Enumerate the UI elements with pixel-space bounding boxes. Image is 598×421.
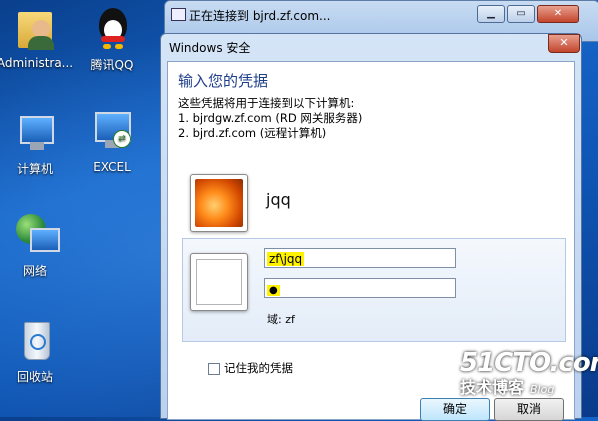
desktop-icon-label: 网络 bbox=[22, 264, 47, 278]
password-input[interactable]: ● bbox=[264, 278, 456, 298]
credential-panel: zf\jqq ● 域: zf bbox=[182, 238, 566, 342]
computer-icon bbox=[12, 110, 58, 156]
blank-avatar-icon bbox=[196, 259, 242, 305]
desktop-icon-label: EXCEL bbox=[93, 160, 131, 174]
desktop-icon-label: 计算机 bbox=[16, 162, 53, 176]
cancel-button[interactable]: 取消 bbox=[494, 398, 564, 421]
maximize-button[interactable]: ▭ bbox=[507, 5, 535, 23]
remember-label: 记住我的凭据 bbox=[224, 361, 293, 375]
desktop-icon-label: Administra... bbox=[0, 56, 74, 70]
desktop-icon-label: 腾讯QQ bbox=[90, 58, 134, 72]
minimize-button[interactable]: ▁ bbox=[477, 5, 505, 23]
dialog-title: Windows 安全 bbox=[169, 41, 251, 55]
window-title: 正在连接到 bjrd.zf.com... bbox=[189, 9, 331, 23]
network-globe-icon bbox=[12, 212, 60, 258]
password-mask: ● bbox=[267, 285, 280, 296]
watermark: 51CTO.com 技术博客Blog bbox=[460, 348, 598, 398]
credentials-description: 这些凭据将用于连接到以下计算机: bbox=[178, 96, 355, 110]
username-input[interactable]: zf\jqq bbox=[264, 248, 456, 268]
desktop-icon-recycle-bin[interactable]: 回收站 bbox=[0, 318, 75, 385]
remote-desktop-shortcut-icon: ⇄ bbox=[89, 110, 135, 156]
qq-penguin-icon bbox=[89, 6, 135, 52]
dialog-close-button[interactable]: ✕ bbox=[548, 34, 580, 53]
saved-user-tile[interactable] bbox=[190, 174, 248, 232]
user-folder-icon bbox=[12, 6, 58, 52]
user-avatar-placeholder bbox=[190, 253, 248, 311]
remember-credentials[interactable]: 记住我的凭据 bbox=[208, 360, 293, 376]
desktop-icon-excel[interactable]: ⇄ EXCEL bbox=[72, 110, 152, 174]
remember-checkbox[interactable] bbox=[208, 362, 220, 375]
target-computer: 2. bjrd.zf.com (远程计算机) bbox=[178, 126, 327, 140]
close-button[interactable]: ✕ bbox=[537, 5, 579, 23]
remote-desktop-app-icon bbox=[171, 8, 186, 21]
watermark-blog-en: Blog bbox=[530, 383, 555, 396]
username-value: zf\jqq bbox=[267, 252, 305, 266]
domain-label: 域: zf bbox=[267, 313, 295, 326]
watermark-blog-cn: 技术博客 bbox=[460, 378, 525, 397]
flower-avatar-icon bbox=[195, 179, 243, 227]
desktop-icon-computer[interactable]: 计算机 bbox=[0, 110, 75, 177]
desktop-icon-qq[interactable]: 腾讯QQ bbox=[72, 6, 152, 73]
ok-button[interactable]: 确定 bbox=[420, 398, 490, 421]
credentials-heading: 输入您的凭据 bbox=[178, 72, 269, 90]
target-server: 1. bjrdgw.zf.com (RD 网关服务器) bbox=[178, 111, 363, 125]
recycle-bin-icon bbox=[12, 318, 58, 364]
desktop-icon-label: 回收站 bbox=[16, 370, 53, 384]
desktop-icon-network[interactable]: 网络 bbox=[0, 212, 75, 279]
desktop-icon-administrator[interactable]: Administra... bbox=[0, 6, 75, 70]
saved-username: jqq bbox=[266, 190, 291, 209]
